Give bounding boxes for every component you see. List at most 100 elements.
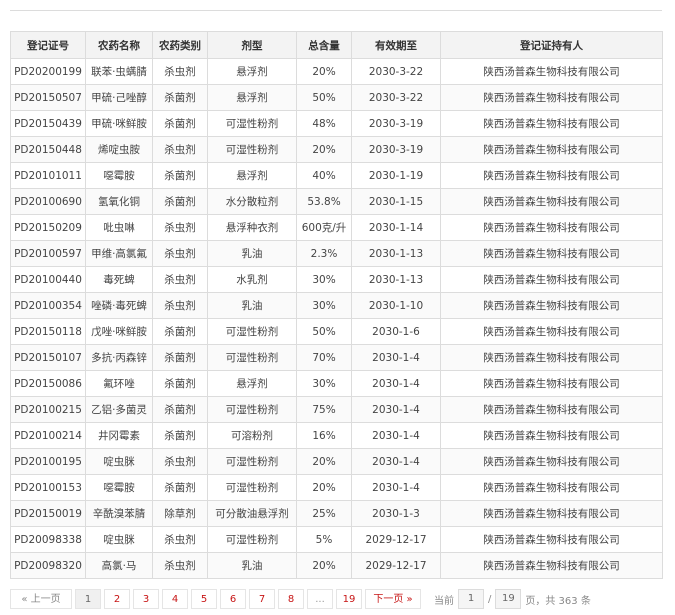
cell-reg-no[interactable]: PD20150107 xyxy=(10,344,86,371)
cell-pesticide-name: 高氯·马 xyxy=(85,552,153,579)
cell-reg-no[interactable]: PD20100440 xyxy=(10,266,86,293)
total-pages-box: 19 xyxy=(495,589,522,609)
cell-content: 30% xyxy=(296,266,352,293)
header-formulation[interactable]: 剂型 xyxy=(207,31,297,59)
cell-formulation: 水乳剂 xyxy=(207,266,297,293)
page-button-5[interactable]: 5 xyxy=(191,589,217,609)
page-button-2[interactable]: 2 xyxy=(104,589,130,609)
cell-reg-no[interactable]: PD20098320 xyxy=(10,552,86,579)
current-label: 当前 xyxy=(434,595,454,607)
cell-reg-no[interactable]: PD20150439 xyxy=(10,110,86,137)
cell-holder[interactable]: 陕西汤普森生物科技有限公司 xyxy=(440,214,663,241)
cell-holder[interactable]: 陕西汤普森生物科技有限公司 xyxy=(440,344,663,371)
cell-pesticide-name: 烯啶虫胺 xyxy=(85,136,153,163)
cell-reg-no[interactable]: PD20150019 xyxy=(10,500,86,527)
cell-expiry-date: 2030-1-6 xyxy=(351,318,441,345)
cell-category: 杀菌剂 xyxy=(152,188,208,215)
cell-holder[interactable]: 陕西汤普森生物科技有限公司 xyxy=(440,526,663,553)
pagination: « 上一页 1 2 3 4 5 6 7 8... 19 下一页 » 当前 1 / 19 页，共 … xyxy=(10,588,662,610)
cell-holder[interactable]: 陕西汤普森生物科技有限公司 xyxy=(440,422,663,449)
cell-holder[interactable]: 陕西汤普森生物科技有限公司 xyxy=(440,110,663,137)
page-button-6[interactable]: 6 xyxy=(220,589,246,609)
cell-pesticide-name: 辛酰溴苯腈 xyxy=(85,500,153,527)
cell-holder[interactable]: 陕西汤普森生物科技有限公司 xyxy=(440,266,663,293)
cell-holder[interactable]: 陕西汤普森生物科技有限公司 xyxy=(440,474,663,501)
cell-holder[interactable]: 陕西汤普森生物科技有限公司 xyxy=(440,370,663,397)
header-pesticide-category[interactable]: 农药类别 xyxy=(152,31,208,59)
cell-pesticide-name: 吡虫啉 xyxy=(85,214,153,241)
cell-category: 杀虫剂 xyxy=(152,266,208,293)
cell-pesticide-name: 井冈霉素 xyxy=(85,422,153,449)
table-row: PD20150439 甲硫·咪鲜胺 杀菌剂 可湿性粉剂 48% 2030-3-19 陕西汤普… xyxy=(10,110,663,137)
cell-category: 杀虫剂 xyxy=(152,448,208,475)
table-row: PD20100215 乙铝·多菌灵 杀菌剂 可湿性粉剂 75% 2030-1-4 陕西汤普森… xyxy=(10,396,663,423)
cell-reg-no[interactable]: PD20098338 xyxy=(10,526,86,553)
cell-reg-no[interactable]: PD20150118 xyxy=(10,318,86,345)
table-row: PD20150209 吡虫啉 杀虫剂 悬浮种衣剂 600克/升 2030-1-14 陕西汤普… xyxy=(10,214,663,241)
cell-reg-no[interactable]: PD20100214 xyxy=(10,422,86,449)
cell-reg-no[interactable]: PD20100354 xyxy=(10,292,86,319)
cell-formulation: 悬浮剂 xyxy=(207,162,297,189)
header-expiry-date[interactable]: 有效期至 xyxy=(351,31,441,59)
cell-reg-no[interactable]: PD20150086 xyxy=(10,370,86,397)
cell-holder[interactable]: 陕西汤普森生物科技有限公司 xyxy=(440,136,663,163)
cell-expiry-date: 2030-1-13 xyxy=(351,240,441,267)
cell-holder[interactable]: 陕西汤普森生物科技有限公司 xyxy=(440,84,663,111)
cell-formulation: 悬浮剂 xyxy=(207,58,297,85)
cell-holder[interactable]: 陕西汤普森生物科技有限公司 xyxy=(440,188,663,215)
current-page-box[interactable]: 1 xyxy=(458,589,484,609)
cell-holder[interactable]: 陕西汤普森生物科技有限公司 xyxy=(440,500,663,527)
table-row: PD20150507 甲硫·己唑醇 杀菌剂 悬浮剂 50% 2030-3-22 陕西汤普森生… xyxy=(10,84,663,111)
cell-content: 600克/升 xyxy=(296,214,352,241)
prev-page-button[interactable]: « 上一页 xyxy=(10,589,72,609)
cell-holder[interactable]: 陕西汤普森生物科技有限公司 xyxy=(440,58,663,85)
cell-reg-no[interactable]: PD20150448 xyxy=(10,136,86,163)
cell-expiry-date: 2029-12-17 xyxy=(351,552,441,579)
cell-pesticide-name: 噁霉胺 xyxy=(85,474,153,501)
page-button-1[interactable]: 1 xyxy=(75,589,101,609)
cell-holder[interactable]: 陕西汤普森生物科技有限公司 xyxy=(440,396,663,423)
cell-reg-no[interactable]: PD20200199 xyxy=(10,58,86,85)
cell-content: 50% xyxy=(296,318,352,345)
cell-expiry-date: 2030-1-19 xyxy=(351,162,441,189)
cell-formulation: 可湿性粉剂 xyxy=(207,526,297,553)
cell-reg-no[interactable]: PD20150209 xyxy=(10,214,86,241)
cell-reg-no[interactable]: PD20100153 xyxy=(10,474,86,501)
cell-reg-no[interactable]: PD20100690 xyxy=(10,188,86,215)
cell-pesticide-name: 啶虫脒 xyxy=(85,448,153,475)
page-button-8[interactable]: 8 xyxy=(278,589,304,609)
header-reg-no[interactable]: 登记证号 xyxy=(10,31,86,59)
cell-pesticide-name: 甲硫·咪鲜胺 xyxy=(85,110,153,137)
page-button-19[interactable]: 19 xyxy=(336,589,362,609)
cell-holder[interactable]: 陕西汤普森生物科技有限公司 xyxy=(440,552,663,579)
page-button-7[interactable]: 7 xyxy=(249,589,275,609)
cell-reg-no[interactable]: PD20100195 xyxy=(10,448,86,475)
cell-holder[interactable]: 陕西汤普森生物科技有限公司 xyxy=(440,240,663,267)
cell-content: 20% xyxy=(296,136,352,163)
header-total-content[interactable]: 总含量 xyxy=(296,31,352,59)
cell-formulation: 悬浮剂 xyxy=(207,84,297,111)
cell-pesticide-name: 戊唑·咪鲜胺 xyxy=(85,318,153,345)
cell-content: 30% xyxy=(296,292,352,319)
cell-content: 75% xyxy=(296,396,352,423)
header-holder[interactable]: 登记证持有人 xyxy=(440,31,663,59)
cell-expiry-date: 2030-1-15 xyxy=(351,188,441,215)
page-button-3[interactable]: 3 xyxy=(133,589,159,609)
cell-reg-no[interactable]: PD20150507 xyxy=(10,84,86,111)
cell-reg-no[interactable]: PD20101011 xyxy=(10,162,86,189)
table-row: PD20150118 戊唑·咪鲜胺 杀菌剂 可湿性粉剂 50% 2030-1-6 陕西汤普森… xyxy=(10,318,663,345)
cell-holder[interactable]: 陕西汤普森生物科技有限公司 xyxy=(440,318,663,345)
header-pesticide-name[interactable]: 农药名称 xyxy=(85,31,153,59)
cell-formulation: 乳油 xyxy=(207,552,297,579)
cell-holder[interactable]: 陕西汤普森生物科技有限公司 xyxy=(440,292,663,319)
cell-formulation: 可湿性粉剂 xyxy=(207,396,297,423)
cell-reg-no[interactable]: PD20100215 xyxy=(10,396,86,423)
cell-holder[interactable]: 陕西汤普森生物科技有限公司 xyxy=(440,448,663,475)
cell-holder[interactable]: 陕西汤普森生物科技有限公司 xyxy=(440,162,663,189)
cell-pesticide-name: 氢氧化铜 xyxy=(85,188,153,215)
cell-content: 2.3% xyxy=(296,240,352,267)
cell-reg-no[interactable]: PD20100597 xyxy=(10,240,86,267)
cell-formulation: 悬浮剂 xyxy=(207,370,297,397)
page-button-4[interactable]: 4 xyxy=(162,589,188,609)
next-page-button[interactable]: 下一页 » xyxy=(365,589,421,609)
